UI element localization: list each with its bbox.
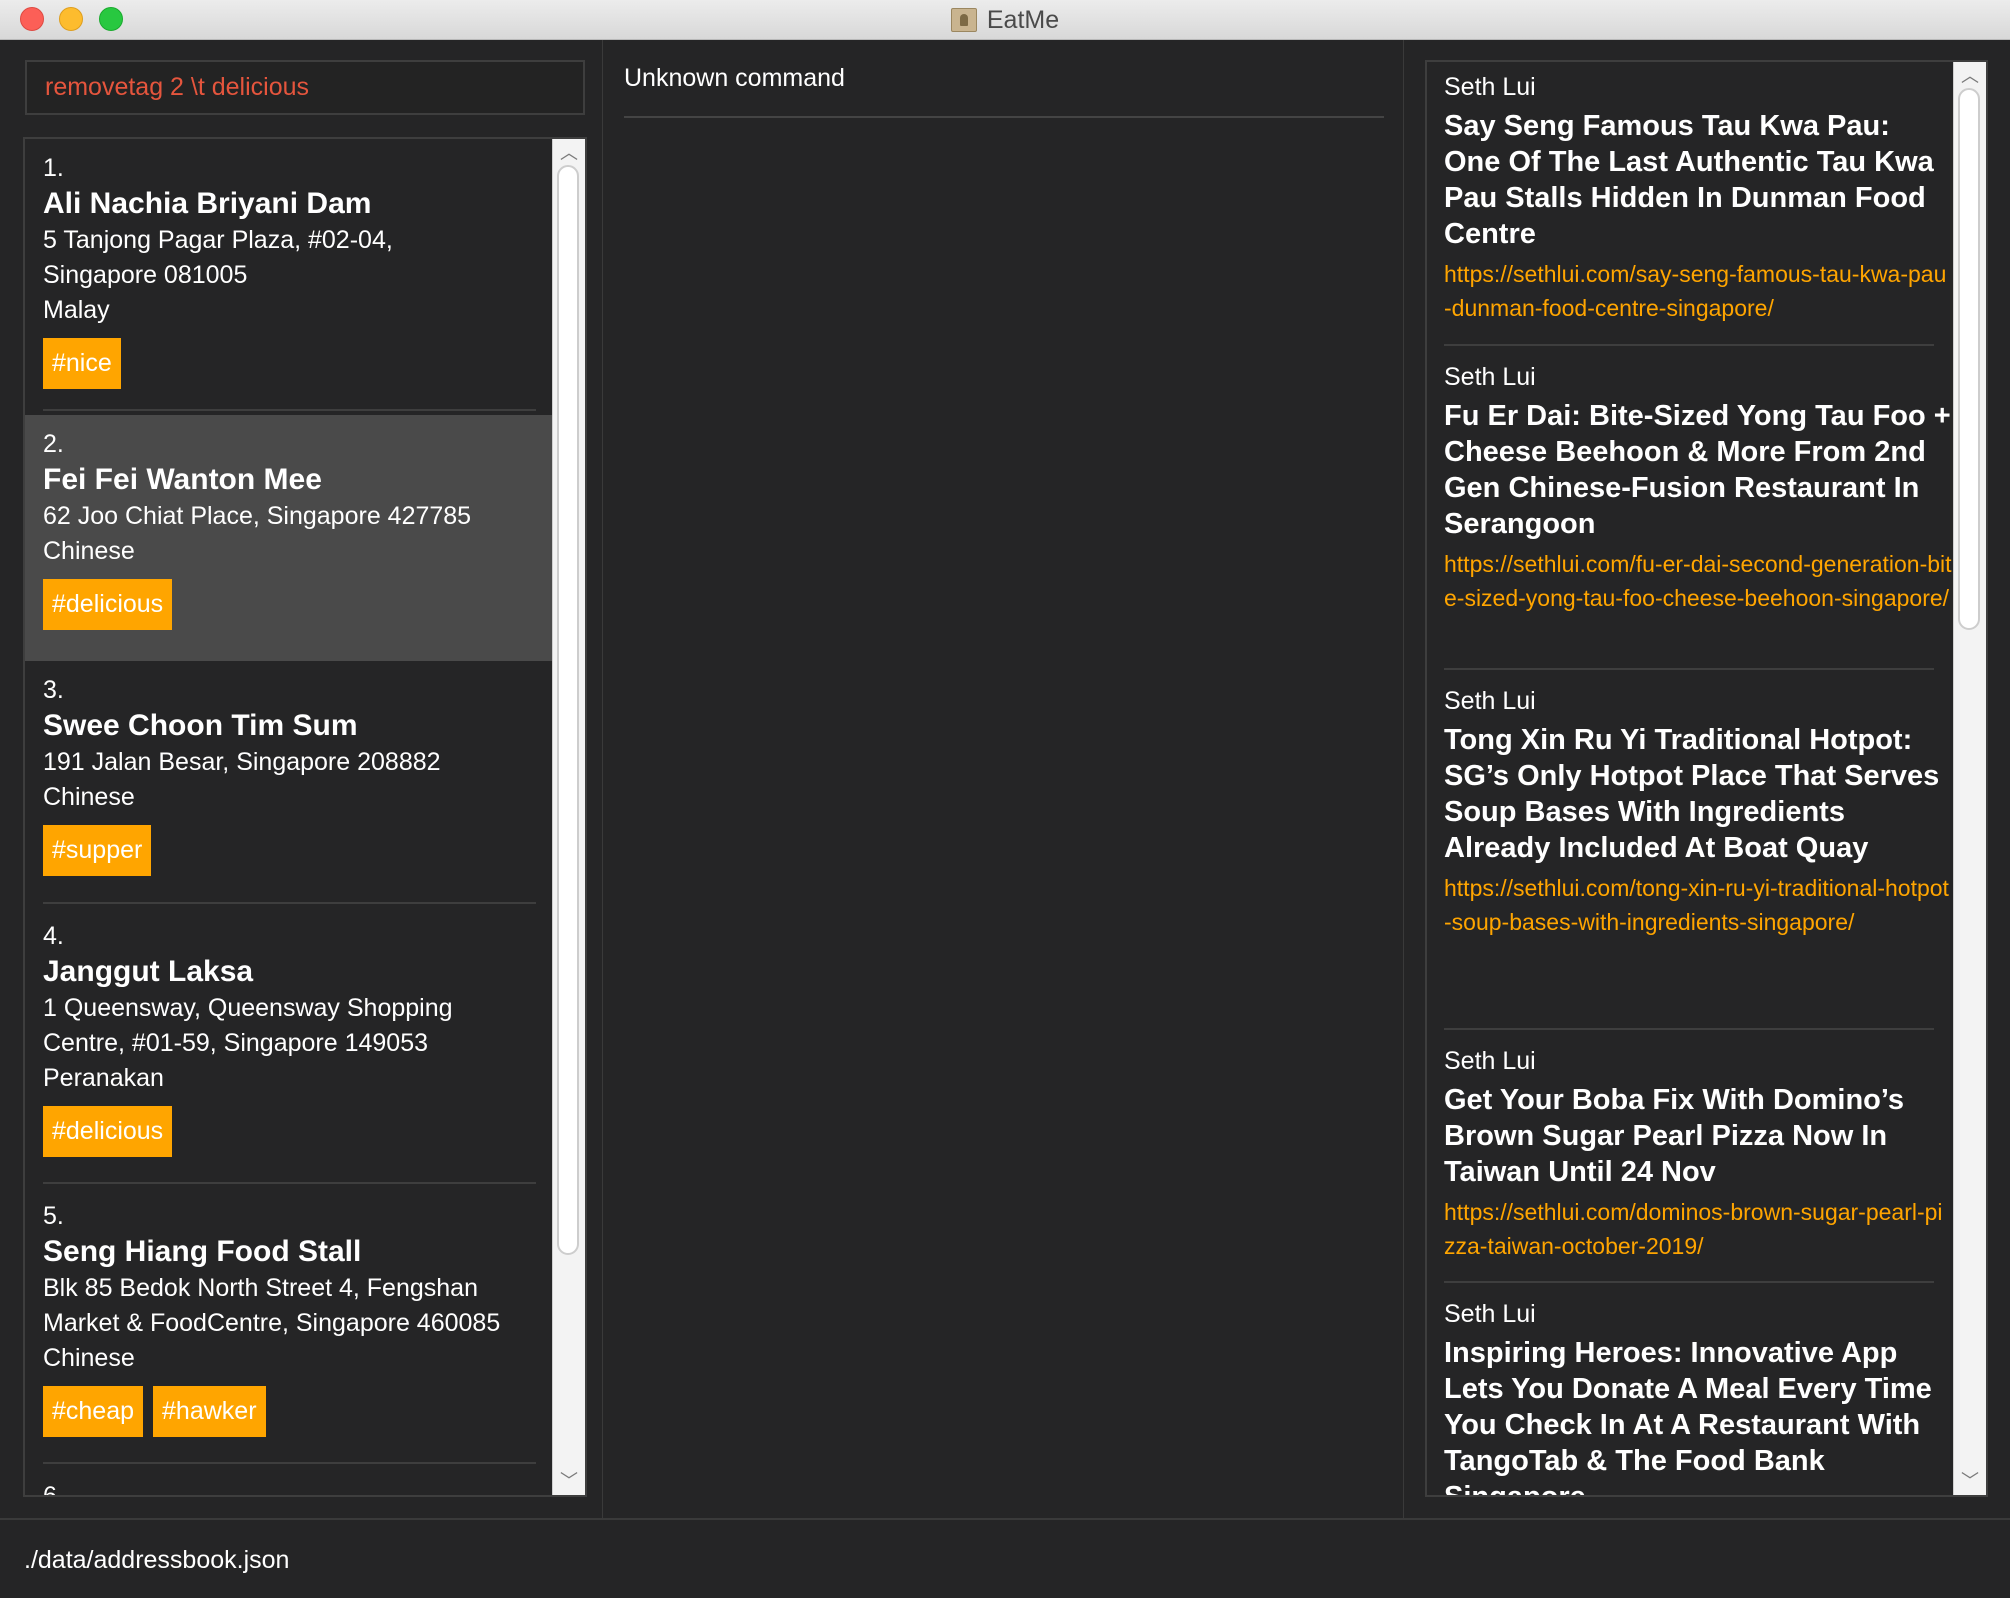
title-group: EatMe <box>0 0 2010 40</box>
eatery-cuisine: Malay <box>43 296 110 324</box>
card-divider <box>43 902 536 904</box>
news-source: Seth Lui <box>1444 687 1536 715</box>
command-input[interactable]: removetag 2 \t delicious <box>25 60 585 115</box>
left-pane: removetag 2 \t delicious 1. Ali Nachia B… <box>5 40 603 1518</box>
news-divider <box>1444 1028 1934 1030</box>
eatery-name: Ali Nachia Briyani Dam <box>43 187 372 220</box>
eatery-card[interactable]: 4. Janggut Laksa 1 Queensway, Queensway … <box>25 907 552 1183</box>
eatery-name: Seng Hiang Food Stall <box>43 1235 362 1268</box>
eatery-address-line: 1 Queensway, Queensway Shopping <box>43 994 453 1022</box>
eatery-index: 1. <box>43 154 64 182</box>
news-divider <box>1444 344 1934 346</box>
result-divider <box>624 116 1384 118</box>
eatery-index: 5. <box>43 1202 64 1230</box>
news-source: Seth Lui <box>1444 363 1536 391</box>
tag-list: #delicious <box>43 1106 552 1157</box>
scroll-down-icon[interactable]: ﹀ <box>1954 1469 1986 1491</box>
news-title: Get Your Boba Fix With Domino’s Brown Su… <box>1444 1084 1904 1188</box>
scroll-up-icon[interactable]: ︿ <box>553 141 585 163</box>
news-item[interactable]: Seth Lui Fu Er Dai: Bite-Sized Yong Tau … <box>1444 362 1954 615</box>
list-scrollbar-thumb[interactable] <box>557 165 579 1255</box>
news-scrollbar[interactable]: ︿ ﹀ <box>1953 62 1986 1495</box>
tag-badge: #delicious <box>43 579 173 630</box>
news-title: Say Seng Famous Tau Kwa Pau: One Of The … <box>1444 110 1934 250</box>
eatery-address-line: 5 Tanjong Pagar Plaza, #02-04, <box>43 226 393 254</box>
news-source: Seth Lui <box>1444 1300 1536 1328</box>
tag-list: #nice <box>43 338 552 389</box>
list-scrollbar[interactable]: ︿ ﹀ <box>552 139 585 1495</box>
tag-list: #delicious <box>43 579 552 630</box>
eatery-card[interactable]: 6. <box>25 1467 552 1497</box>
tag-badge: #hawker <box>153 1386 266 1437</box>
news-link[interactable]: https://sethlui.com/say-seng-famous-tau-… <box>1444 257 1954 325</box>
eatery-address-line: Blk 85 Bedok North Street 4, Fengshan <box>43 1274 478 1302</box>
eatery-address-line: 62 Joo Chiat Place, Singapore 427785 <box>43 502 472 530</box>
news-item[interactable]: Seth Lui Tong Xin Ru Yi Traditional Hotp… <box>1444 686 1954 939</box>
eatery-index: 3. <box>43 676 64 704</box>
tag-badge: #supper <box>43 825 152 876</box>
news-link[interactable]: https://sethlui.com/dominos-brown-sugar-… <box>1444 1195 1954 1263</box>
tag-badge: #cheap <box>43 1386 144 1437</box>
news-source: Seth Lui <box>1444 1047 1536 1075</box>
news-title: Inspiring Heroes: Innovative App Lets Yo… <box>1444 1337 1932 1497</box>
eatery-index: 6. <box>43 1482 64 1497</box>
scroll-up-icon[interactable]: ︿ <box>1954 64 1986 86</box>
status-bar: ./data/addressbook.json <box>0 1518 2010 1598</box>
title-bar: EatMe <box>0 0 2010 40</box>
eatery-name: Fei Fei Wanton Mee <box>43 463 322 496</box>
news-title: Fu Er Dai: Bite-Sized Yong Tau Foo + Che… <box>1444 400 1951 540</box>
status-file-path: ./data/addressbook.json <box>24 1546 290 1574</box>
news-pane: Seth Lui Say Seng Famous Tau Kwa Pau: On… <box>1405 40 2010 1518</box>
eatery-cuisine: Chinese <box>43 783 135 811</box>
window-title: EatMe <box>986 5 1060 34</box>
eatery-card[interactable]: 1. Ali Nachia Briyani Dam 5 Tanjong Paga… <box>25 139 552 389</box>
news-divider <box>1444 668 1934 670</box>
card-divider <box>43 1462 536 1464</box>
eatery-address-line: Singapore 081005 <box>43 261 248 289</box>
news-title: Tong Xin Ru Yi Traditional Hotpot: SG’s … <box>1444 724 1940 864</box>
news-scrollbar-thumb[interactable] <box>1958 88 1980 630</box>
eatery-list[interactable]: 1. Ali Nachia Briyani Dam 5 Tanjong Paga… <box>23 137 587 1497</box>
eatery-cuisine: Chinese <box>43 537 135 565</box>
news-source: Seth Lui <box>1444 73 1536 101</box>
tag-list: #supper <box>43 825 552 876</box>
scroll-down-icon[interactable]: ﹀ <box>553 1469 585 1491</box>
eatery-address-line: Centre, #01-59, Singapore 149053 <box>43 1029 429 1057</box>
eatery-name: Janggut Laksa <box>43 955 254 988</box>
app-icon <box>950 8 977 32</box>
news-feed[interactable]: Seth Lui Say Seng Famous Tau Kwa Pau: On… <box>1425 60 1988 1497</box>
eatery-cuisine: Chinese <box>43 1344 135 1372</box>
news-link[interactable]: https://sethlui.com/tong-xin-ru-yi-tradi… <box>1444 871 1954 939</box>
news-link[interactable]: https://sethlui.com/fu-er-dai-second-gen… <box>1444 547 1954 615</box>
eatery-index: 4. <box>43 922 64 950</box>
result-pane: Unknown command <box>604 40 1404 1518</box>
eatery-card[interactable]: 3. Swee Choon Tim Sum 191 Jalan Besar, S… <box>25 661 552 901</box>
card-divider <box>43 1182 536 1184</box>
eatery-card[interactable]: 5. Seng Hiang Food Stall Blk 85 Bedok No… <box>25 1187 552 1463</box>
eatery-name: Swee Choon Tim Sum <box>43 709 358 742</box>
tag-list: #cheap #hawker <box>43 1386 552 1437</box>
command-input-value: removetag 2 \t delicious <box>45 73 310 101</box>
news-item[interactable]: Seth Lui Inspiring Heroes: Innovative Ap… <box>1444 1299 1954 1497</box>
eatery-card-selected[interactable]: 2. Fei Fei Wanton Mee 62 Joo Chiat Place… <box>25 415 552 661</box>
card-divider <box>43 409 536 411</box>
news-divider <box>1444 1281 1934 1283</box>
result-message: Unknown command <box>624 64 845 92</box>
news-item[interactable]: Seth Lui Get Your Boba Fix With Domino’s… <box>1444 1046 1954 1263</box>
eatery-address-line: Market & FoodCentre, Singapore 460085 <box>43 1309 501 1337</box>
eatery-cuisine: Peranakan <box>43 1064 164 1092</box>
news-item[interactable]: Seth Lui Say Seng Famous Tau Kwa Pau: On… <box>1444 72 1954 325</box>
eatery-index: 2. <box>43 430 64 458</box>
eatery-address-line: 191 Jalan Besar, Singapore 208882 <box>43 748 441 776</box>
tag-badge: #delicious <box>43 1106 173 1157</box>
tag-badge: #nice <box>43 338 121 389</box>
app-window: EatMe removetag 2 \t delicious 1. Ali Na… <box>0 0 2010 1598</box>
